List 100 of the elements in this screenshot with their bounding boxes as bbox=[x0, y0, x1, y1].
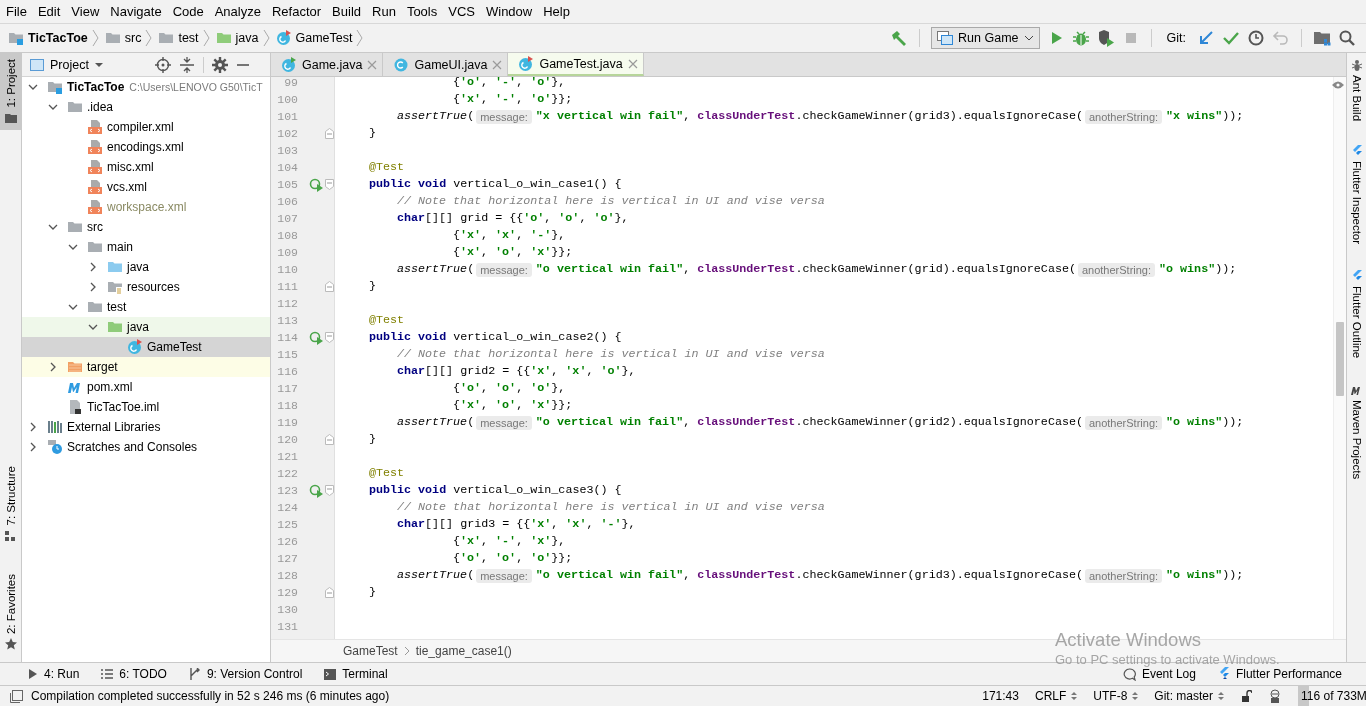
tool-window-tab[interactable]: Maven Projects bbox=[1347, 378, 1366, 486]
fold-icon[interactable] bbox=[325, 128, 334, 139]
tree-item[interactable]: Scratches and Consoles bbox=[22, 437, 270, 457]
arrow-icon[interactable] bbox=[1197, 29, 1215, 47]
inspector-icon[interactable] bbox=[1268, 689, 1282, 703]
menu-item[interactable]: Code bbox=[167, 4, 210, 19]
tool-window-tab[interactable]: 2: Favorites bbox=[0, 567, 21, 656]
tree-item[interactable]: main bbox=[22, 237, 270, 257]
tree-item[interactable]: java bbox=[22, 317, 270, 337]
fold-icon[interactable] bbox=[325, 485, 334, 496]
breadcrumb-item[interactable]: tie_game_case1() bbox=[415, 644, 512, 658]
git-branch-selector[interactable]: Git: master bbox=[1154, 689, 1224, 703]
code-text: public void vertical_o_win_case2() { bbox=[369, 329, 622, 346]
tree-item[interactable]: java bbox=[22, 257, 270, 277]
close-icon[interactable] bbox=[492, 59, 503, 70]
run-test-icon[interactable] bbox=[309, 483, 323, 498]
tree-item[interactable]: GameTest bbox=[22, 337, 270, 357]
tool-window-button[interactable]: 4: Run bbox=[28, 667, 80, 681]
tool-window-button[interactable]: 9: Version Control bbox=[188, 667, 303, 681]
menu-item[interactable]: File bbox=[1, 4, 33, 19]
breadcrumb-item[interactable]: src bbox=[104, 30, 142, 46]
collapse-icon[interactable] bbox=[178, 56, 195, 73]
tool-window-tab[interactable]: Flutter Outline bbox=[1347, 264, 1366, 365]
tree-item[interactable]: test bbox=[22, 297, 270, 317]
parameter-hint: anotherString: bbox=[1084, 568, 1163, 583]
folder-icon bbox=[4, 111, 17, 124]
close-icon[interactable] bbox=[627, 58, 638, 69]
eye-icon[interactable] bbox=[1332, 81, 1344, 89]
tool-window-button[interactable]: Terminal bbox=[324, 667, 388, 681]
line-number: 110 bbox=[276, 263, 299, 276]
close-icon[interactable] bbox=[367, 59, 378, 70]
menu-item[interactable]: Refactor bbox=[266, 4, 328, 19]
tool-window-tab[interactable]: 7: Structure bbox=[0, 460, 21, 548]
code-comment: // Note that horizontal here is vertical in UI and vise versa bbox=[397, 346, 825, 363]
run-test-icon[interactable] bbox=[309, 330, 323, 345]
tree-item[interactable]: TicTacToe.iml bbox=[22, 397, 270, 417]
menu-item[interactable]: Analyze bbox=[209, 4, 267, 19]
menu-item[interactable]: VCS bbox=[443, 4, 481, 19]
line-number: 131 bbox=[276, 620, 299, 633]
tool-window-tab[interactable]: Flutter Inspector bbox=[1347, 139, 1366, 251]
breadcrumb-item[interactable]: TicTacToe bbox=[8, 30, 88, 46]
menu-item[interactable]: Navigate bbox=[105, 4, 168, 19]
run-configuration-dropdown[interactable]: Run Game bbox=[931, 27, 1040, 49]
tool-window-tab[interactable]: Ant Build bbox=[1347, 53, 1366, 128]
locate-icon[interactable] bbox=[154, 56, 171, 73]
bug-icon[interactable] bbox=[1071, 29, 1090, 47]
tool-window-button[interactable]: Flutter Performance bbox=[1217, 667, 1342, 681]
tool-window-tab[interactable]: 1: Project bbox=[0, 53, 21, 130]
folder-icon bbox=[67, 359, 83, 375]
tree-item[interactable]: TicTacToe C:\Users\LENOVO G50\TicT bbox=[22, 77, 270, 97]
tree-item[interactable]: misc.xml bbox=[22, 157, 270, 177]
memory-indicator[interactable]: 116 of 733M bbox=[1298, 686, 1366, 706]
run-test-icon[interactable] bbox=[309, 177, 323, 192]
breadcrumb-item[interactable]: java bbox=[215, 30, 259, 46]
tree-item[interactable]: src bbox=[22, 217, 270, 237]
menu-item[interactable]: Help bbox=[538, 4, 576, 19]
tree-item[interactable]: workspace.xml bbox=[22, 197, 270, 217]
clock-icon[interactable] bbox=[1247, 29, 1265, 47]
shield-run-icon[interactable] bbox=[1096, 29, 1115, 47]
fold-icon[interactable] bbox=[325, 434, 334, 445]
status-message: Compilation completed successfully in 52 s 246 ms (6 minutes ago) bbox=[31, 689, 390, 703]
menu-item[interactable]: Window bbox=[480, 4, 539, 19]
settings-icon[interactable] bbox=[211, 56, 228, 73]
lock-icon[interactable] bbox=[1240, 690, 1252, 702]
caret-position[interactable]: 171:43 bbox=[982, 689, 1019, 703]
code-text: assertTrue( bbox=[397, 414, 475, 431]
fold-icon[interactable] bbox=[325, 281, 334, 292]
tree-item[interactable]: External Libraries bbox=[22, 417, 270, 437]
line-number: 126 bbox=[276, 535, 299, 548]
encoding-selector[interactable]: UTF-8 bbox=[1093, 689, 1139, 703]
editor-tab[interactable]: GameTest.java bbox=[508, 53, 644, 76]
tree-item[interactable]: .idea bbox=[22, 97, 270, 117]
tree-item[interactable]: pom.xml bbox=[22, 377, 270, 397]
tree-item[interactable]: compiler.xml bbox=[22, 117, 270, 137]
fold-icon[interactable] bbox=[325, 179, 334, 190]
menu-item[interactable]: Run bbox=[367, 4, 402, 19]
scrollbar-thumb[interactable] bbox=[1336, 322, 1344, 396]
tree-item[interactable]: encodings.xml bbox=[22, 137, 270, 157]
hammer-icon[interactable] bbox=[890, 29, 909, 47]
menu-item[interactable]: Tools bbox=[401, 4, 444, 19]
tree-item[interactable]: target bbox=[22, 357, 270, 377]
search-icon[interactable] bbox=[1338, 29, 1356, 47]
menu-item[interactable]: View bbox=[66, 4, 106, 19]
line-separator-selector[interactable]: CRLF bbox=[1034, 689, 1078, 703]
tree-item[interactable]: resources bbox=[22, 277, 270, 297]
folder-grid-icon[interactable] bbox=[1313, 29, 1331, 47]
tool-window-button[interactable]: 6: TODO bbox=[101, 667, 167, 681]
breadcrumb-item[interactable]: GameTest bbox=[343, 644, 398, 658]
breadcrumb-item[interactable]: GameTest bbox=[275, 30, 353, 46]
project-view-dropdown[interactable]: Project bbox=[30, 57, 103, 72]
menu-item[interactable]: Build bbox=[327, 4, 367, 19]
tree-item[interactable]: vcs.xml bbox=[22, 177, 270, 197]
editor-tab[interactable]: Game.java bbox=[271, 53, 384, 76]
menu-item[interactable]: Edit bbox=[32, 4, 67, 19]
fold-icon[interactable] bbox=[325, 587, 334, 598]
code-text: public void vertical_o_win_case1() { bbox=[369, 176, 622, 193]
fold-icon[interactable] bbox=[325, 332, 334, 343]
panel-toggle-icon[interactable] bbox=[10, 689, 23, 703]
breadcrumb-item[interactable]: test bbox=[158, 30, 199, 46]
tool-window-button[interactable]: Event Log bbox=[1122, 667, 1196, 681]
